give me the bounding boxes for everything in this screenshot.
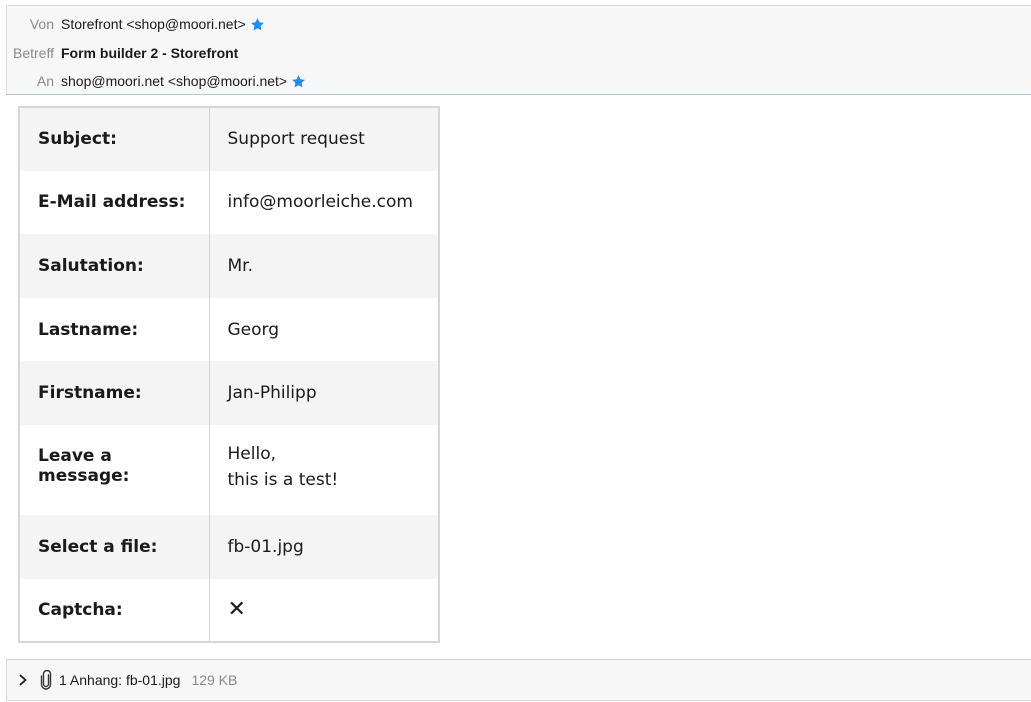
field-label: Leave a message: <box>19 424 210 515</box>
table-row: Salutation: Mr. <box>19 234 439 298</box>
field-value: Hello, this is a test! <box>209 425 439 515</box>
subject-row: Betreff Form builder 2 - Storefront <box>7 43 238 63</box>
attachment-size: 129 KB <box>191 672 238 688</box>
star-icon[interactable] <box>250 17 265 32</box>
subject-text: Form builder 2 - Storefront <box>61 45 239 61</box>
field-label: Salutation: <box>19 234 210 298</box>
table-row: Lastname: Georg <box>19 297 439 362</box>
attachment-bar[interactable]: 1 Anhang: fb-01.jpg 129 KB <box>6 659 1031 701</box>
to-address[interactable]: shop@moori.net <shop@moori.net> <box>61 73 287 89</box>
from-row: Von Storefront <shop@moori.net> <box>7 14 265 34</box>
table-row: Leave a message: Hello, this is a test! <box>19 424 439 515</box>
star-icon[interactable] <box>291 74 306 89</box>
field-value: fb-01.jpg <box>209 514 439 579</box>
from-address[interactable]: Storefront <shop@moori.net> <box>61 16 246 32</box>
chevron-right-icon[interactable] <box>17 674 29 686</box>
field-value: info@moorleiche.com <box>227 192 413 213</box>
subject-label: Betreff <box>13 45 54 61</box>
message-line: Hello, <box>227 443 277 464</box>
field-value: Georg <box>227 319 280 340</box>
field-value: Mr. <box>209 234 439 298</box>
field-value: Jan-Philipp <box>209 361 439 425</box>
paperclip-icon <box>40 670 52 690</box>
from-label: Von <box>29 16 54 32</box>
table-row: Captcha: ✕ <box>19 578 439 643</box>
field-label: Subject: <box>19 107 210 171</box>
field-value: Support request <box>209 107 439 171</box>
field-label: Lastname: <box>19 297 210 362</box>
table-row: Subject: Support request <box>19 107 439 171</box>
message-header: Von Storefront <shop@moori.net> Betreff … <box>6 5 1031 95</box>
field-label: Select a file: <box>19 514 210 579</box>
form-data-table: Subject: Support request E-Mail address:… <box>18 106 440 644</box>
attachment-label[interactable]: 1 Anhang: fb-01.jpg <box>59 672 180 688</box>
to-row: An shop@moori.net <shop@moori.net> <box>7 71 306 91</box>
field-label: Firstname: <box>19 361 210 425</box>
field-label: Captcha: <box>19 578 210 643</box>
to-label: An <box>36 73 54 89</box>
table-row: E-Mail address: info@moorleiche.com <box>19 170 439 235</box>
field-label: E-Mail address: <box>19 170 210 235</box>
message-line: this is a test! <box>227 469 339 490</box>
table-row: Firstname: Jan-Philipp <box>19 361 439 425</box>
captcha-mark: ✕ <box>227 596 246 622</box>
table-row: Select a file: fb-01.jpg <box>19 514 439 579</box>
